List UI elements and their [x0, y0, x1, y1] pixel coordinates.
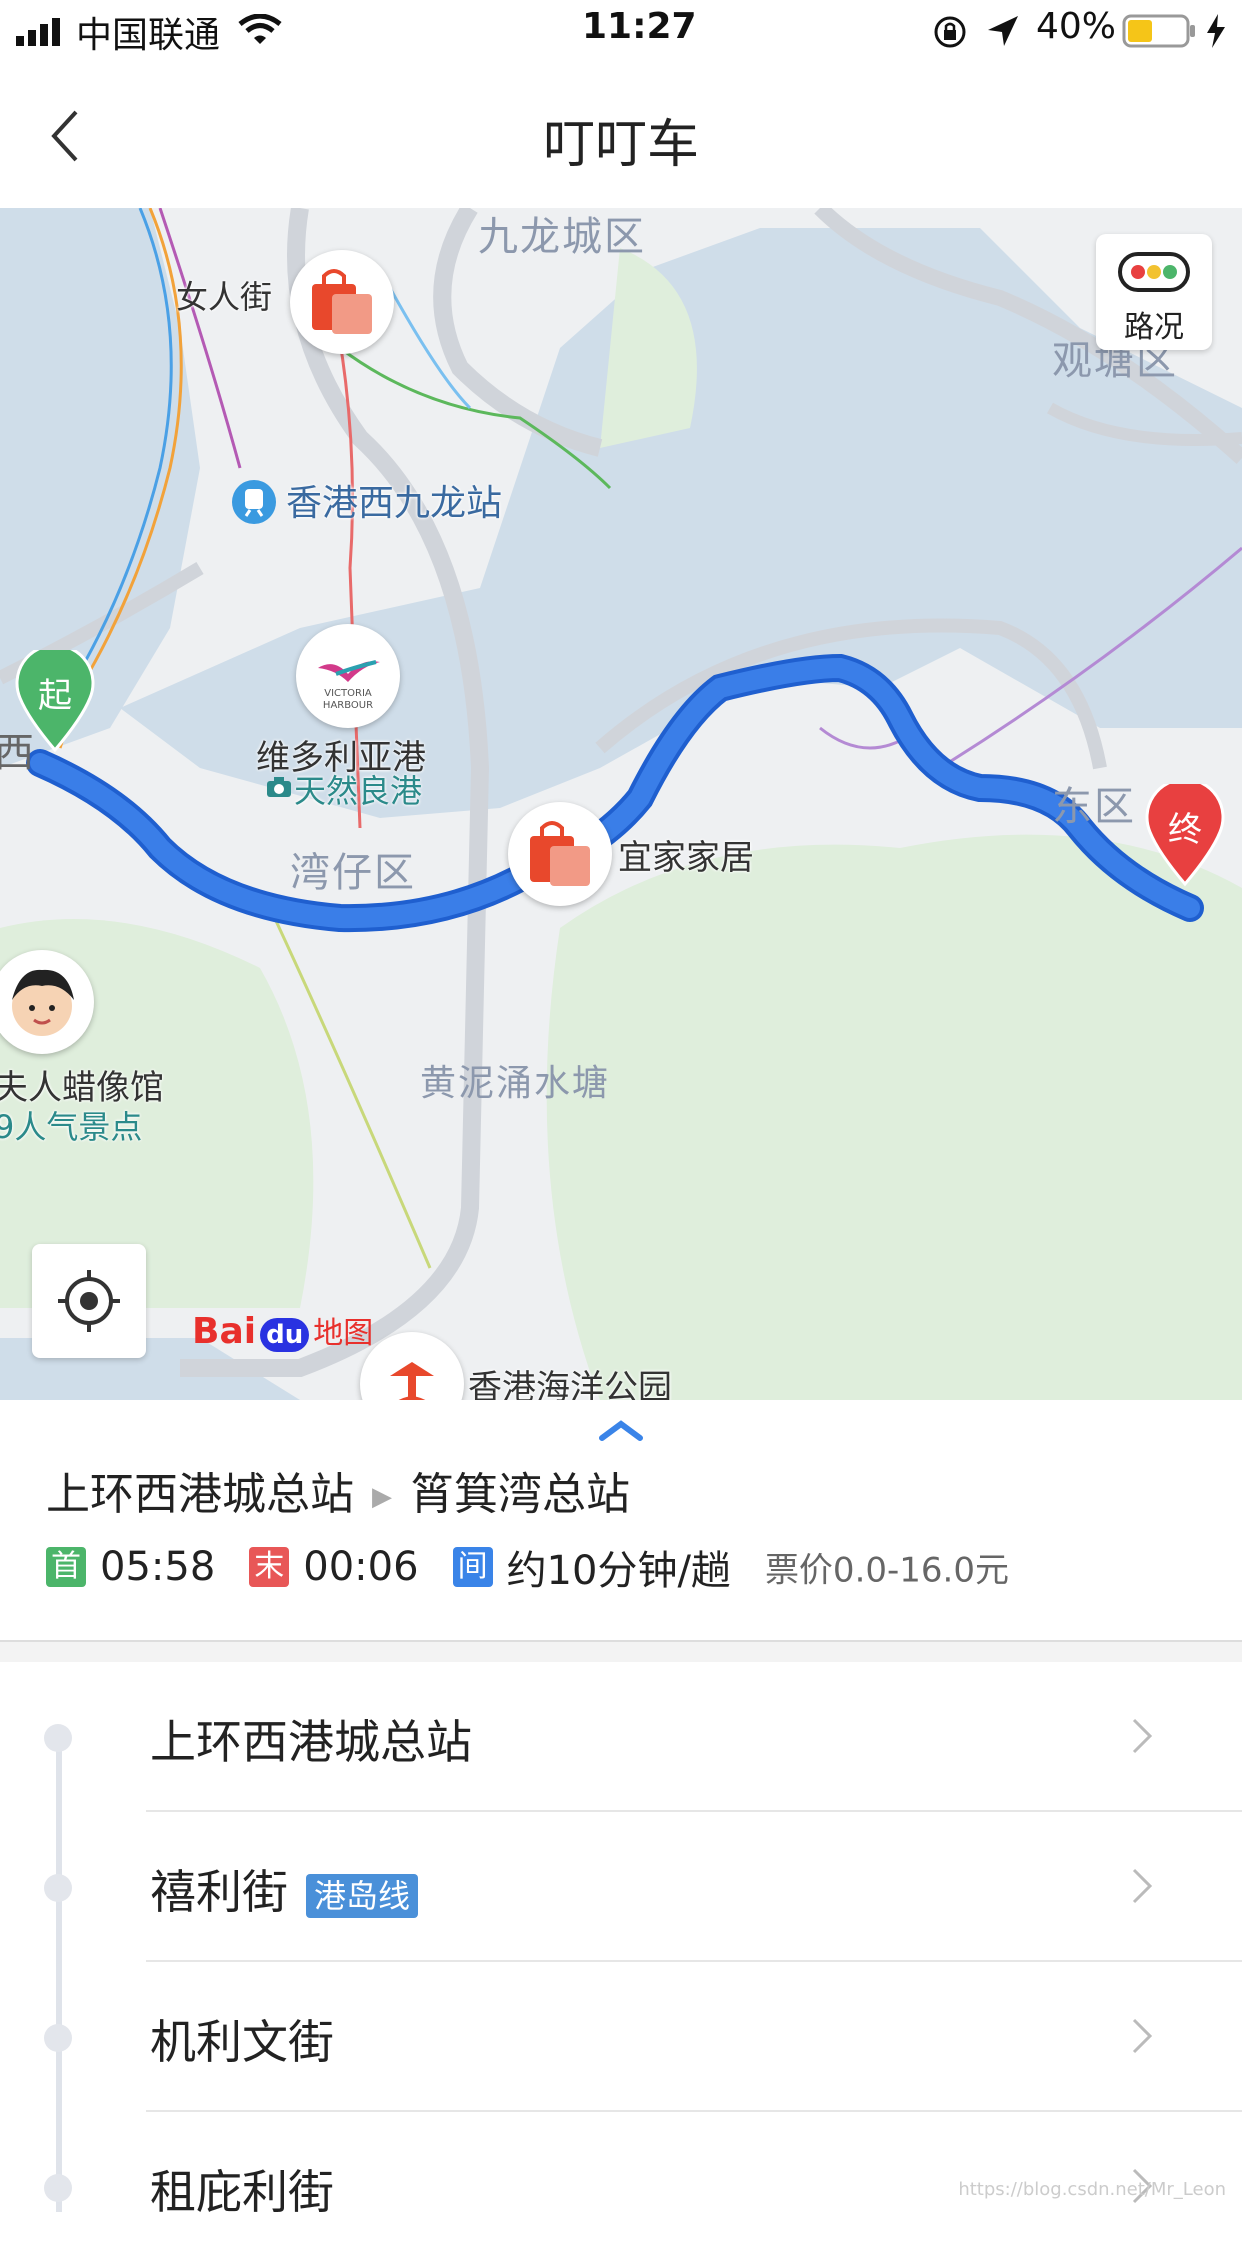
stop-row[interactable]: 机利文街 — [0, 1962, 1242, 2112]
battery-percent: 40% — [1036, 6, 1117, 47]
traffic-light-icon — [1118, 252, 1190, 292]
line-info-panel: 上环西港城总站 ▶ 筲箕湾总站 首 05:58 末 00:06 间约10分钟/趟 票价0.0-… — [0, 1400, 1242, 1640]
wifi-icon — [238, 14, 282, 44]
stop-dot — [44, 2174, 72, 2202]
interval-value: 约10分钟/趟 — [506, 1548, 731, 1594]
expand-handle-icon[interactable] — [598, 1420, 644, 1442]
traffic-label: 路况 — [1124, 310, 1184, 345]
stop-dot — [44, 1874, 72, 1902]
logo-bai: Bai — [192, 1311, 257, 1352]
stop-row[interactable]: 禧利街 港岛线 — [0, 1812, 1242, 1962]
first-bus-badge: 首 — [46, 1547, 86, 1587]
route-to: 筲箕湾总站 — [410, 1469, 630, 1520]
district-wan-chai: 湾仔区 — [290, 850, 416, 896]
route-arrow-icon: ▶ — [372, 1482, 392, 1512]
nav-bar: 叮叮车 — [0, 62, 1242, 209]
logo-map: 地图 — [313, 1316, 374, 1351]
baidu-logo: Bai du 地图 — [192, 1308, 373, 1352]
amusement-park-icon[interactable] — [360, 1332, 464, 1400]
stop-row[interactable]: 上环西港城总站 — [0, 1662, 1242, 1812]
page-title: 叮叮车 — [542, 115, 699, 175]
interval-badge: 间 — [452, 1547, 493, 1587]
charging-icon — [1207, 14, 1225, 48]
camera-icon — [267, 777, 291, 797]
stop-dot — [44, 1724, 72, 1752]
carrier-label: 中国联通 — [76, 15, 221, 56]
end-pin-label: 终 — [1168, 810, 1202, 850]
chevron-right-icon — [1132, 1718, 1153, 1754]
section-divider — [0, 1640, 1242, 1662]
chevron-right-icon — [1132, 1868, 1153, 1904]
district-kowloon-city: 九龙城区 — [478, 214, 646, 260]
watermark: https://blog.csdn.net/Mr_Leon — [958, 2179, 1226, 2200]
orientation-lock-icon — [934, 16, 966, 48]
location-arrow-icon — [988, 16, 1018, 46]
victoria-logo-text: VICTORIA HARBOUR — [322, 688, 374, 711]
route-direction: 上环西港城总站 ▶ 筲箕湾总站 — [46, 1458, 630, 1522]
poi-label-ikea: 宜家家居 — [618, 838, 754, 878]
schedule-row: 首 05:58 末 00:06 间约10分钟/趟 票价0.0-16.0元 — [46, 1538, 1009, 1596]
shopping-bag-icon[interactable] — [508, 802, 612, 906]
victoria-harbour-logo[interactable]: VICTORIA HARBOUR — [296, 624, 400, 728]
poi-label-womens-street: 女人街 — [176, 278, 273, 316]
last-bus-badge: 末 — [249, 1547, 290, 1587]
stop-name: 上环西港城总站 — [150, 1715, 472, 1769]
traffic-toggle-button[interactable]: 路况 — [1096, 234, 1212, 350]
poi-sublabel-wax-museum: 9人气景点 — [0, 1108, 143, 1146]
poi-label-west-kowloon: 香港西九龙站 — [286, 483, 503, 524]
locate-me-button[interactable] — [32, 1244, 146, 1358]
wax-museum-avatar-icon[interactable] — [0, 950, 94, 1054]
train-station-icon — [232, 480, 276, 524]
route-from: 上环西港城总站 — [46, 1469, 354, 1520]
poi-label-ocean-park: 香港海洋公园 — [468, 1368, 672, 1400]
signal-icon — [16, 18, 60, 46]
last-bus-time: 00:06 — [303, 1544, 419, 1590]
reservoir-label: 黄泥涌水塘 — [420, 1063, 611, 1104]
district-east: 东区 — [1052, 784, 1136, 830]
map-view[interactable]: 九龙城区 观塘区 湾仔区 东区 黄泥涌水塘 女人街 香港西九龙站 VICTORI… — [0, 208, 1242, 1400]
battery-icon — [1122, 14, 1195, 48]
shopping-bag-icon[interactable] — [290, 250, 394, 354]
stop-dot — [44, 2024, 72, 2052]
status-bar: 中国联通 11:27 40% — [0, 0, 1242, 62]
first-bus-time: 05:58 — [100, 1544, 216, 1590]
start-pin-label: 起 — [38, 676, 72, 716]
crosshair-icon — [58, 1270, 120, 1332]
clock: 11:27 — [582, 6, 697, 47]
fare-label: 票价0.0-16.0元 — [764, 1550, 1009, 1591]
stop-name: 租庇利街 — [150, 2165, 334, 2219]
poi-sublabel-victoria: 天然良港 — [294, 772, 423, 810]
stop-name: 禧利街 — [150, 1865, 288, 1919]
stop-name-wrap: 禧利街 港岛线 — [150, 1856, 419, 1922]
logo-du: du — [260, 1318, 310, 1352]
mtr-line-badge: 港岛线 — [306, 1873, 419, 1918]
stop-name: 机利文街 — [150, 2015, 334, 2069]
chevron-right-icon — [1132, 2018, 1153, 2054]
stop-list: 上环西港城总站 禧利街 港岛线 机利文街 租庇利街 https://blog.cs… — [0, 1662, 1242, 2219]
